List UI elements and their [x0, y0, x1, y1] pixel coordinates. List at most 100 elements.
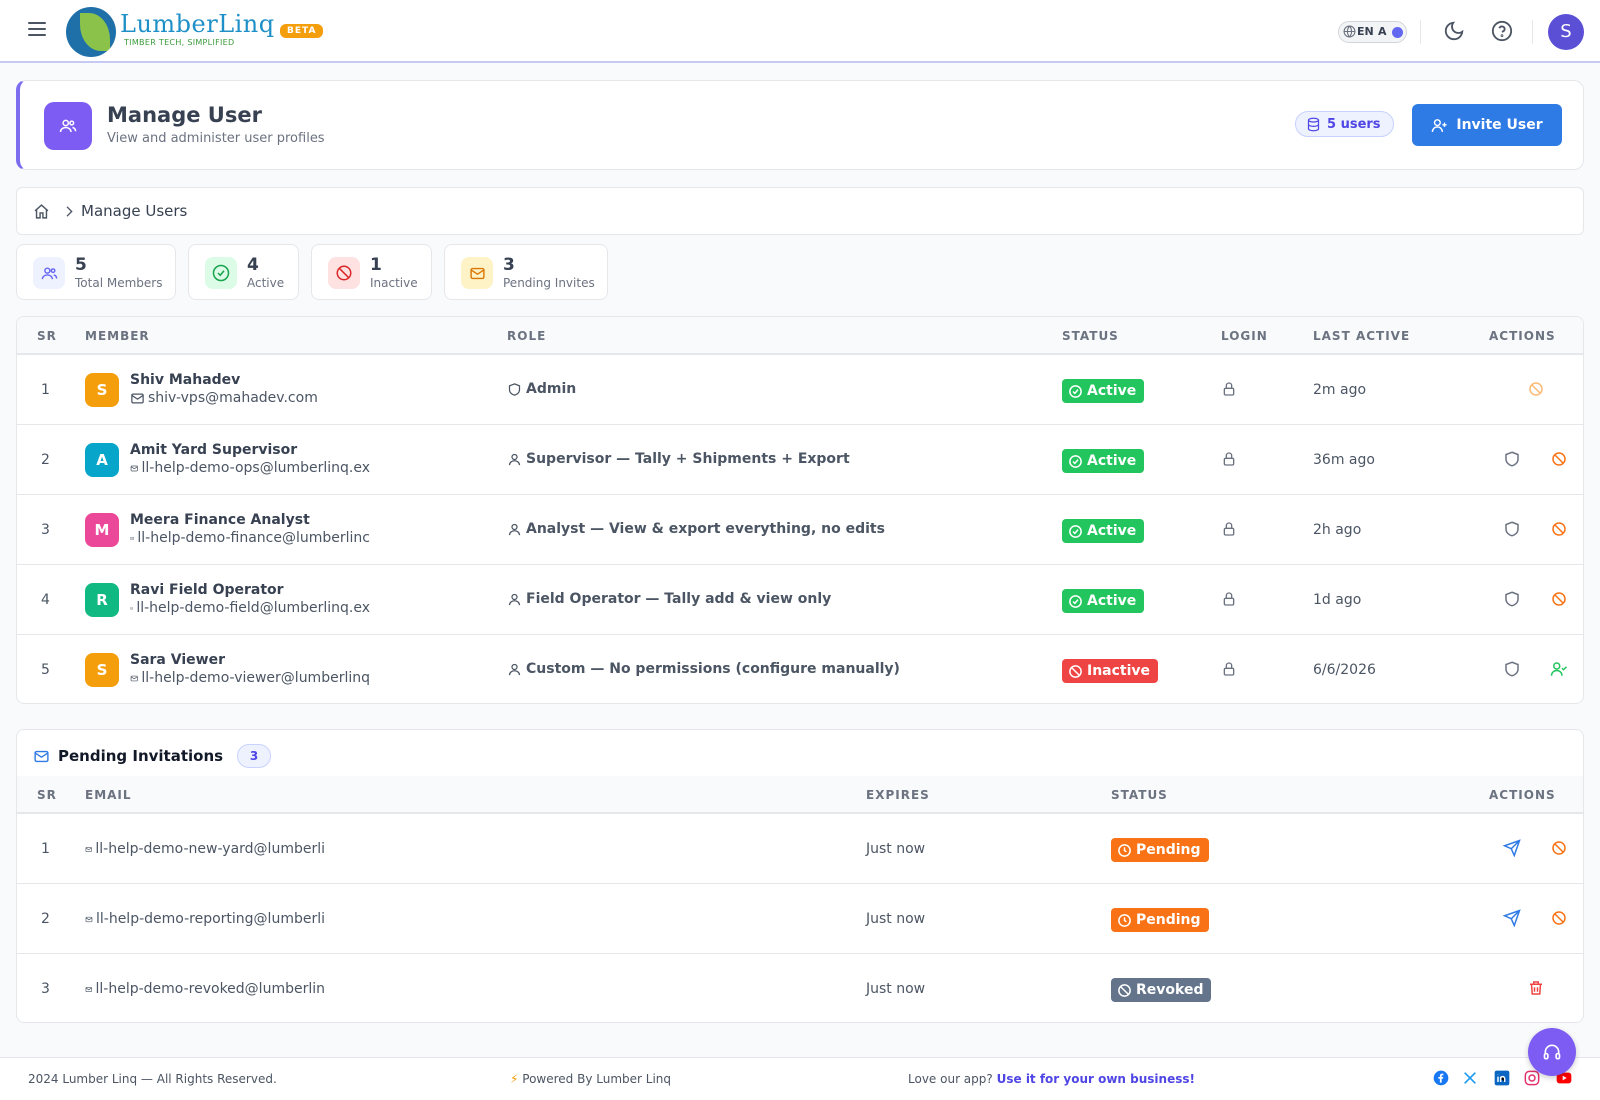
brand-name: LumberLinq — [120, 10, 275, 38]
shield-icon[interactable] — [1503, 590, 1521, 608]
send-icon[interactable] — [1503, 839, 1521, 857]
chevron-right-icon — [66, 206, 73, 217]
linkedin-icon[interactable] — [1494, 1070, 1510, 1086]
facebook-icon[interactable] — [1433, 1070, 1449, 1086]
ban-icon[interactable] — [1550, 590, 1568, 608]
row-number: 3 — [41, 522, 50, 538]
stat-value: 5 — [75, 255, 87, 275]
role-label: Custom — No permissions (configure manua… — [526, 661, 900, 677]
status-badge: Active — [1062, 449, 1145, 473]
table-row: 4 R Ravi Field Operator ll-help-demo-fie… — [17, 565, 1583, 635]
member-email-text: ll-help-demo-viewer@lumberlinq — [141, 670, 370, 686]
support-button[interactable] — [1528, 1028, 1576, 1076]
ban-icon[interactable] — [1550, 450, 1568, 468]
user-avatar[interactable]: S — [1548, 14, 1584, 50]
row-number: 1 — [41, 382, 50, 398]
pending-invitations-table: Pending Invitations 3 SR EMAIL EXPIRES S… — [16, 729, 1584, 1023]
ban-icon[interactable] — [1550, 909, 1568, 927]
users-icon — [33, 257, 65, 289]
logo-icon — [66, 7, 116, 57]
ban-icon[interactable] — [1550, 520, 1568, 538]
mail-icon — [131, 393, 144, 403]
avatar: A — [85, 443, 119, 477]
page-subtitle: View and administer user profiles — [107, 131, 325, 146]
member-email: ll-help-demo-field@lumberlinq.ex — [130, 600, 370, 616]
check-circle-icon — [1069, 524, 1082, 538]
menu-icon[interactable] — [28, 22, 46, 38]
avatar: M — [85, 513, 119, 547]
table-row: 2 A Amit Yard Supervisor ll-help-demo-op… — [17, 425, 1583, 495]
stat-value: 3 — [503, 255, 515, 275]
stat-active: 4 Active — [188, 244, 299, 300]
send-icon[interactable] — [1503, 909, 1521, 927]
shield-icon[interactable] — [1503, 450, 1521, 468]
mail-icon — [461, 257, 493, 289]
pending-header: Pending Invitations 3 — [33, 744, 272, 768]
shield-icon[interactable] — [1503, 520, 1521, 538]
status-badge: Pending — [1111, 838, 1209, 862]
mail-icon — [130, 606, 134, 610]
invite-user-button[interactable]: Invite User — [1412, 104, 1562, 146]
member-email: ll-help-demo-finance@lumberlinc — [130, 530, 370, 546]
language-code: EN — [1357, 25, 1374, 38]
stat-label: Active — [247, 276, 285, 290]
members-table: SR MEMBER ROLE STATUS LOGIN LAST ACTIVE … — [16, 316, 1584, 704]
ban-icon[interactable] — [1527, 380, 1545, 398]
table-header: SR EMAIL EXPIRES STATUS ACTIONS — [17, 776, 1583, 814]
table-row: 1 S Shiv Mahadev shiv-vps@mahadev.com Ad… — [17, 355, 1583, 425]
member-email: shiv-vps@mahadev.com — [130, 390, 370, 406]
check-circle-icon — [1069, 384, 1082, 398]
users-icon — [44, 102, 92, 150]
home-icon[interactable] — [33, 203, 50, 220]
ban-icon — [1069, 664, 1082, 678]
member-role: Field Operator — Tally add & view only — [507, 591, 831, 607]
stat-label: Total Members — [75, 276, 163, 290]
member-role: Supervisor — Tally + Shipments + Export — [507, 451, 850, 467]
member-email: ll-help-demo-viewer@lumberlinq — [130, 670, 370, 686]
status-label: Pending — [1136, 912, 1201, 928]
user-icon — [508, 593, 521, 605]
users-count-label: 5 users — [1327, 116, 1381, 132]
row-number: 4 — [41, 592, 50, 608]
member-email-text: ll-help-demo-finance@lumberlinc — [137, 530, 370, 546]
trash-icon[interactable] — [1527, 979, 1545, 997]
lock-icon — [1223, 522, 1235, 536]
promo-link[interactable]: Use it for your own business! — [997, 1072, 1195, 1086]
instagram-icon[interactable] — [1524, 1070, 1540, 1086]
status-label: Revoked — [1136, 982, 1204, 998]
ban-icon[interactable] — [1550, 839, 1568, 857]
stat-inactive: 1 Inactive — [311, 244, 432, 300]
help-icon[interactable] — [1491, 20, 1513, 42]
mail-icon — [85, 986, 92, 992]
top-bar: LumberLinq TIMBER TECH, SIMPLIFIED BETA … — [0, 0, 1600, 63]
status-badge: Inactive — [1062, 659, 1159, 683]
moon-icon[interactable] — [1443, 20, 1465, 42]
stat-label: Pending Invites — [503, 276, 595, 290]
member-email: ll-help-demo-ops@lumberlinq.ex — [130, 460, 370, 476]
check-circle-icon — [1069, 454, 1082, 468]
member-name: Amit Yard Supervisor — [130, 442, 298, 458]
column-header-status: STATUS — [1062, 329, 1119, 343]
member-name: Sara Viewer — [130, 652, 225, 668]
clock-icon — [1118, 913, 1131, 927]
user-plus-icon — [1432, 118, 1447, 132]
lock-icon — [1223, 382, 1235, 396]
user-check-icon[interactable] — [1550, 660, 1568, 678]
promo-label: Love our app? — [908, 1072, 993, 1086]
stat-value: 1 — [370, 255, 382, 275]
language-toggle[interactable]: EN A — [1338, 21, 1407, 43]
member-role: Analyst — View & export everything, no e… — [507, 521, 885, 537]
role-label: Analyst — View & export everything, no e… — [526, 521, 885, 537]
x-twitter-icon[interactable] — [1462, 1070, 1478, 1086]
shield-icon[interactable] — [1503, 660, 1521, 678]
lock-icon — [1223, 592, 1235, 606]
table-row: 1 ll-help-demo-new-yard@lumberli Just no… — [17, 814, 1583, 884]
row-number: 5 — [41, 662, 50, 678]
column-header-login: LOGIN — [1221, 329, 1268, 343]
invite-expires: Just now — [866, 911, 926, 927]
invite-email-text: ll-help-demo-new-yard@lumberli — [95, 841, 325, 857]
beta-badge: BETA — [280, 24, 324, 38]
mail-icon — [85, 916, 93, 922]
toggle-knob — [1392, 27, 1403, 38]
page-header: Manage User View and administer user pro… — [16, 80, 1584, 170]
